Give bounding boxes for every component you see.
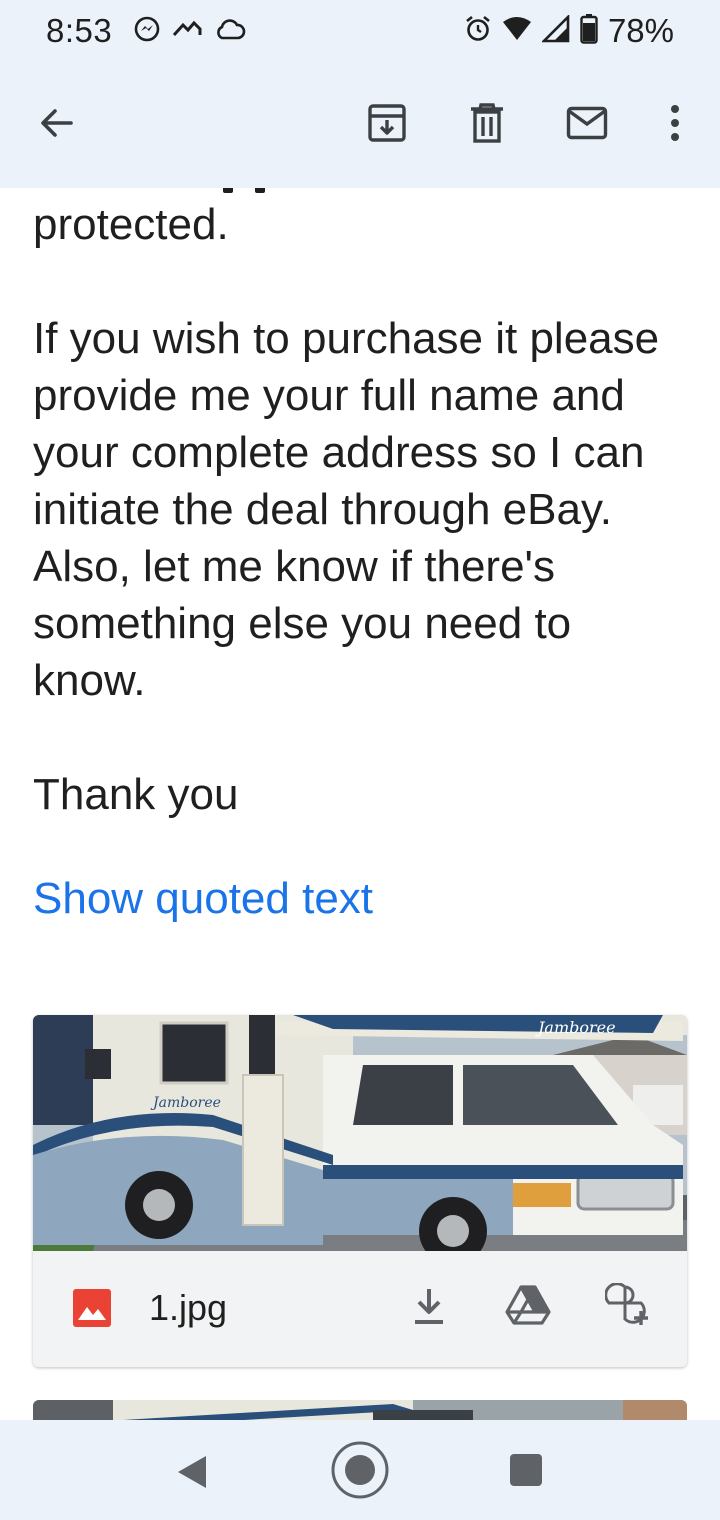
battery-icon [580,13,598,49]
status-bar: 8:53 78% [0,0,720,62]
home-nav-icon[interactable] [330,1440,390,1505]
svg-text:Jamboree: Jamboree [535,1018,616,1037]
archive-button[interactable] [356,92,418,154]
paragraph-purchase: If you wish to purchase it please provid… [33,314,660,705]
clipped-text-line [33,188,693,194]
delete-button[interactable] [456,92,518,154]
save-to-drive-icon[interactable] [505,1285,551,1330]
signal-icon [540,13,570,48]
attachment-thumbnail-2[interactable] [33,1400,687,1420]
back-arrow-icon [41,109,73,137]
back-button[interactable] [26,92,88,154]
attachment-filename[interactable]: 1.jpg [149,1287,227,1329]
show-quoted-text-link[interactable]: Show quoted text [33,874,373,924]
system-nav-bar [0,1420,720,1520]
more-options-icon [671,105,679,141]
attachment-card-2[interactable] [33,1400,687,1420]
recents-nav-icon[interactable] [510,1454,542,1491]
attachment-thumbnail[interactable]: Jamboree Jamboree [33,1015,687,1251]
image-file-icon [73,1289,111,1332]
message-toolbar [0,62,720,188]
back-nav-icon[interactable] [176,1454,208,1495]
paragraph-protected: protected. [33,200,229,249]
mark-unread-button[interactable] [556,92,618,154]
status-time: 8:53 [46,12,113,49]
add-to-photos-icon[interactable] [604,1282,653,1332]
download-icon[interactable] [413,1287,445,1332]
attachment-footer: 1.jpg [33,1251,687,1367]
attachment-card[interactable]: Jamboree Jamboree 1.jpg [33,1015,687,1367]
archive-icon [368,104,406,142]
paragraph-thanks: Thank you [33,770,239,819]
alarm-icon [464,15,492,48]
messenger-icon [134,16,160,47]
battery-percentage: 78% [607,12,674,49]
wifi-icon [502,16,532,47]
mark-unread-icon [566,106,608,140]
arrow-icon [172,17,202,46]
message-body: protected. If you wish to purchase it pl… [0,188,720,1420]
more-options-button[interactable] [644,92,706,154]
cloud-icon [214,17,246,46]
delete-icon [471,103,503,143]
thumbnail-brand-lettering: Jamboree [150,1095,221,1111]
